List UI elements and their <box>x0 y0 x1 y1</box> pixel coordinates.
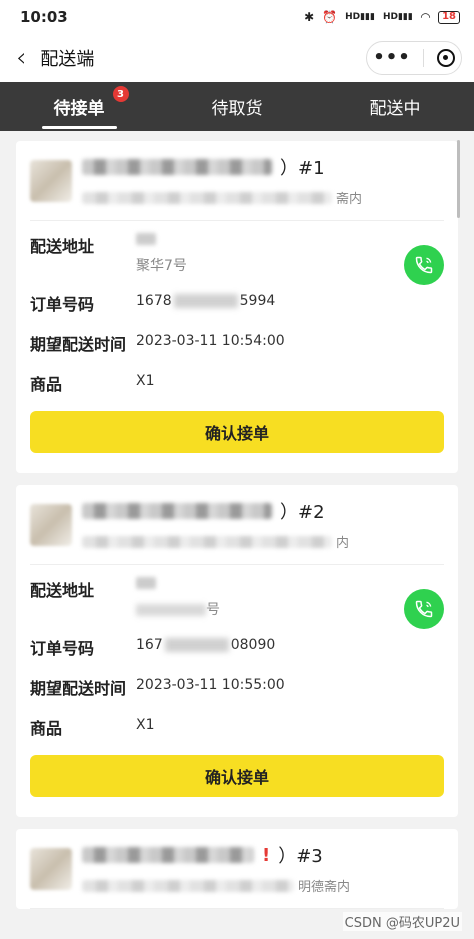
status-time: 10:03 <box>20 8 68 26</box>
goods-value: X1 <box>136 373 155 389</box>
bluetooth-icon: ✱ <box>304 10 315 24</box>
order-card: ）#2 内 配送地址 号 订单号码 167 08090 期望配送时间 2023-… <box>16 485 458 817</box>
order-card: ! ）#3 明德斋内 <box>16 829 458 909</box>
order-card-header: ! ）#3 明德斋内 <box>30 829 444 909</box>
alert-mark: ! <box>262 844 271 866</box>
expected-time-label: 期望配送时间 <box>30 335 127 354</box>
address-tail: 内 <box>336 536 350 551</box>
call-phone-button[interactable] <box>404 589 444 629</box>
confirm-accept-button[interactable]: 确认接单 <box>30 411 444 453</box>
redacted-shop-name <box>82 159 272 175</box>
goods-label: 商品 <box>30 375 63 394</box>
redacted-shop-name <box>82 503 272 519</box>
order-number: 167 08090 <box>136 637 276 653</box>
back-arrow-icon[interactable]: ‹ <box>16 45 26 71</box>
scrollbar[interactable] <box>457 140 460 218</box>
order-sequence: ）#3 <box>278 846 323 867</box>
nav-bar: ‹ 配送端 ••• <box>0 34 474 82</box>
tab-pending-accept[interactable]: 待接单 3 <box>41 84 129 129</box>
redacted-order-digits <box>164 638 229 652</box>
phone-icon <box>415 256 433 274</box>
alarm-icon: ⏰ <box>322 10 338 24</box>
redacted-address <box>136 233 156 245</box>
shop-logo <box>30 847 72 890</box>
miniprogram-capsule: ••• <box>366 41 462 75</box>
phone-icon <box>415 600 433 618</box>
order-card: ）#1 斋内 配送地址 聚华7号 订单号码 1678 5994 期望配送时间 2… <box>16 141 458 473</box>
confirm-accept-button[interactable]: 确认接单 <box>30 755 444 797</box>
order-list: ）#1 斋内 配送地址 聚华7号 订单号码 1678 5994 期望配送时间 2… <box>0 131 474 909</box>
address-label: 配送地址 <box>30 237 95 256</box>
redacted-shop-name <box>82 847 254 863</box>
status-icons: ✱ ⏰ HD▮▮▮ HD▮▮▮ ◠ 18 <box>304 10 460 24</box>
expected-time: 2023-03-11 10:54:00 <box>136 333 285 349</box>
redacted-address <box>136 577 156 589</box>
signal-icon-2: HD▮▮▮ <box>382 11 413 22</box>
order-tabs: 待接单 3 待取货 配送中 <box>0 82 474 131</box>
address-tail: 明德斋内 <box>298 880 351 895</box>
redacted-shop-address <box>82 535 332 548</box>
shop-logo <box>30 503 72 546</box>
goods-value: X1 <box>136 717 155 733</box>
expected-time: 2023-03-11 10:55:00 <box>136 677 285 693</box>
shop-logo <box>30 159 72 202</box>
address-label: 配送地址 <box>30 581 95 600</box>
order-card-header: ）#1 斋内 <box>30 141 444 221</box>
address-line2: 聚华7号 <box>136 258 187 274</box>
wifi-icon: ◠ <box>420 10 431 24</box>
address-line2: 号 <box>136 597 220 619</box>
status-bar: 10:03 ✱ ⏰ HD▮▮▮ HD▮▮▮ ◠ 18 <box>0 0 474 34</box>
goods-label: 商品 <box>30 719 63 738</box>
more-options-icon[interactable]: ••• <box>373 49 411 67</box>
battery-icon: 18 <box>438 10 460 24</box>
order-no-label: 订单号码 <box>30 295 95 314</box>
order-sequence: ）#1 <box>280 158 325 179</box>
watermark: CSDN @码农UP2U <box>342 912 462 931</box>
pending-count-badge: 3 <box>112 86 129 102</box>
address-tail: 斋内 <box>336 192 363 207</box>
order-card-header: ）#2 内 <box>30 485 444 565</box>
page-title: 配送端 <box>40 49 95 70</box>
redacted-shop-address <box>82 191 332 204</box>
expected-time-label: 期望配送时间 <box>30 679 127 698</box>
tab-delivering[interactable]: 配送中 <box>358 84 433 129</box>
close-target-icon[interactable] <box>436 49 455 67</box>
order-sequence: ）#2 <box>280 502 325 523</box>
tab-pending-pickup[interactable]: 待取货 <box>200 84 275 129</box>
redacted-shop-address <box>82 879 294 892</box>
signal-icon-1: HD▮▮▮ <box>345 11 375 22</box>
redacted-order-digits <box>173 294 238 308</box>
call-phone-button[interactable] <box>404 245 444 285</box>
order-no-label: 订单号码 <box>30 639 95 658</box>
order-number: 1678 5994 <box>136 293 276 309</box>
